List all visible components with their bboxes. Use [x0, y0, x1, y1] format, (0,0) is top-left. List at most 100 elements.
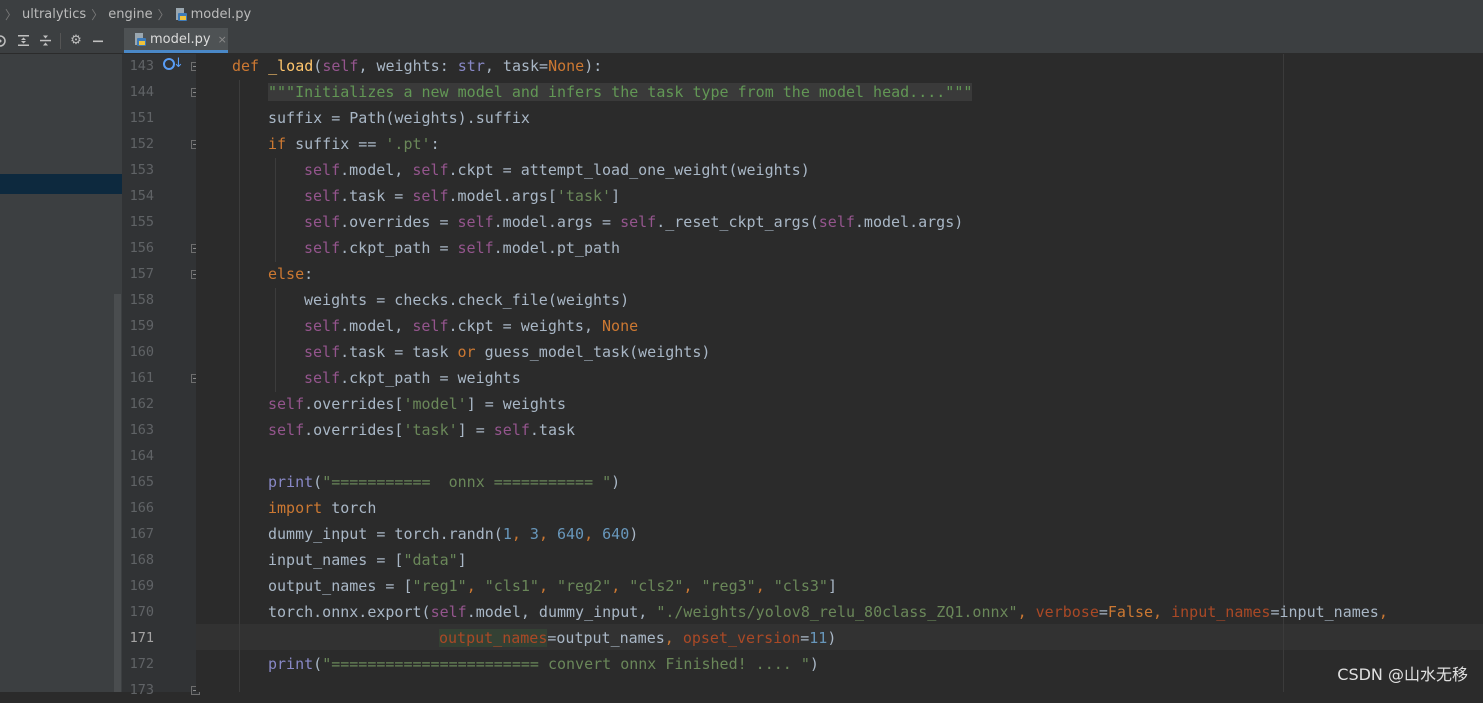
- tab-model-py[interactable]: model.py ×: [124, 28, 228, 53]
- code-token: "./weights/yolov8_relu_80class_ZQ1.onnx": [656, 603, 1018, 621]
- code-token: =: [1098, 603, 1108, 621]
- code-token: 1: [502, 525, 512, 543]
- line-number: 168: [129, 552, 154, 568]
- code-token: .model,: [340, 317, 413, 335]
- code-token: output_names: [439, 629, 548, 647]
- line-number: 157: [129, 266, 154, 282]
- code-line: self.overrides['model'] = weights: [268, 391, 566, 417]
- code-token: ,: [1378, 603, 1388, 621]
- line-number: 153: [129, 162, 154, 178]
- code-token: opset_version: [682, 629, 801, 647]
- line-number: 143: [129, 58, 154, 74]
- code-token: "reg3": [701, 577, 756, 595]
- code-token: 3: [529, 525, 539, 543]
- collapse-all-icon[interactable]: [34, 34, 56, 47]
- code-token: "cls2": [629, 577, 684, 595]
- code-line: self.overrides = self.model.args = self.…: [304, 209, 963, 235]
- code-token: self: [412, 161, 449, 179]
- breadcrumb-item-engine[interactable]: engine: [108, 7, 152, 22]
- line-number: 151: [129, 110, 154, 126]
- arrow-down-icon[interactable]: ↓: [173, 56, 184, 71]
- code-token: self: [457, 239, 494, 257]
- gear-icon[interactable]: ⚙: [65, 33, 87, 48]
- code-token: ,: [538, 577, 557, 595]
- line-number: 159: [129, 318, 154, 334]
- code-token: self: [818, 213, 855, 231]
- code-token: .overrides[: [304, 395, 404, 413]
- code-line: output_names = ["reg1", "cls1", "reg2", …: [268, 573, 837, 599]
- code-token: .model,: [340, 161, 413, 179]
- code-token: ]: [827, 577, 837, 595]
- line-number: 173: [129, 682, 154, 698]
- code-line: self.task = self.model.args['task']: [304, 183, 620, 209]
- toolbar-divider: [60, 32, 61, 49]
- code-token: self: [304, 369, 341, 387]
- code-line: self.model, self.ckpt = weights, None: [304, 313, 638, 339]
- code-token: "=========== onnx =========== ": [322, 473, 612, 491]
- indent-guide: [275, 288, 276, 392]
- line-number: 155: [129, 214, 154, 230]
- line-number: 154: [129, 188, 154, 204]
- code-token: _load: [268, 57, 314, 75]
- code-token: self: [620, 213, 657, 231]
- code-token: self: [412, 317, 449, 335]
- code-token: input_names = [: [268, 551, 404, 569]
- code-token: self: [304, 317, 341, 335]
- line-number: 170: [129, 604, 154, 620]
- line-number: 156: [129, 240, 154, 256]
- code-token: self: [412, 187, 449, 205]
- close-icon[interactable]: ×: [218, 33, 227, 46]
- breadcrumb: 〉 ultralytics 〉 engine 〉 model.py: [0, 0, 1483, 29]
- code-token: self: [430, 603, 467, 621]
- breadcrumb-item-file[interactable]: model.py: [175, 6, 252, 22]
- project-scrollbar[interactable]: [114, 294, 121, 692]
- code-line: torch.onnx.export(self.model, dummy_inpu…: [268, 599, 1388, 625]
- code-line: suffix = Path(weights).suffix: [268, 105, 530, 131]
- indent-guide: [275, 158, 276, 262]
- target-icon[interactable]: [0, 34, 12, 47]
- breadcrumb-separator: 〉: [157, 7, 170, 22]
- code-line: input_names = ["data"]: [268, 547, 467, 573]
- code-token: .model, dummy_input,: [466, 603, 657, 621]
- line-number: 161: [129, 370, 154, 386]
- line-number: 169: [129, 578, 154, 594]
- breadcrumb-separator: 〉: [91, 7, 104, 22]
- project-toolbar: ⚙: [0, 28, 122, 53]
- code-token: ,: [683, 577, 702, 595]
- code-token: torch.onnx.export(: [268, 603, 431, 621]
- selected-tree-row[interactable]: [0, 174, 122, 194]
- breadcrumb-file-label: model.py: [190, 6, 252, 22]
- code-token: ,: [755, 577, 774, 595]
- minimize-icon[interactable]: [87, 35, 109, 47]
- code-token: ,: [511, 525, 530, 543]
- code-token: ._reset_ckpt_args(: [656, 213, 819, 231]
- code-editor[interactable]: def _load(self, weights: str, task=None)…: [196, 54, 1483, 692]
- editor-tab-bar: ⚙ model.py ×: [0, 28, 1483, 54]
- project-panel[interactable]: [0, 54, 122, 692]
- code-token: .overrides =: [340, 213, 458, 231]
- line-gutter: 143 144 151 152 153 154 155 156 157 158 159 160 161 1…: [122, 54, 200, 698]
- line-number: 167: [129, 526, 154, 542]
- code-token: .model.args): [854, 213, 964, 231]
- code-token: str: [457, 57, 485, 75]
- line-number: 164: [129, 448, 154, 464]
- line-number: 162: [129, 396, 154, 412]
- code-line: if suffix == '.pt':: [268, 131, 440, 157]
- expand-all-icon[interactable]: [12, 34, 34, 47]
- code-token: (: [313, 473, 323, 491]
- code-token: def: [232, 57, 269, 75]
- code-token: ]: [457, 551, 467, 569]
- code-token: ,: [664, 629, 683, 647]
- code-token: else: [268, 265, 305, 283]
- code-token: .task =: [340, 187, 413, 205]
- code-token: self: [268, 421, 305, 439]
- line-number: 158: [129, 292, 154, 308]
- code-token: , task=: [484, 57, 549, 75]
- code-token: :: [430, 135, 440, 153]
- code-token: ): [629, 525, 639, 543]
- code-token: .model.pt_path: [493, 239, 621, 257]
- code-line: self.model, self.ckpt = attempt_load_one…: [304, 157, 810, 183]
- code-token: 640: [557, 525, 585, 543]
- breadcrumb-item-ultralytics[interactable]: ultralytics: [22, 7, 86, 22]
- code-token: .overrides[: [304, 421, 404, 439]
